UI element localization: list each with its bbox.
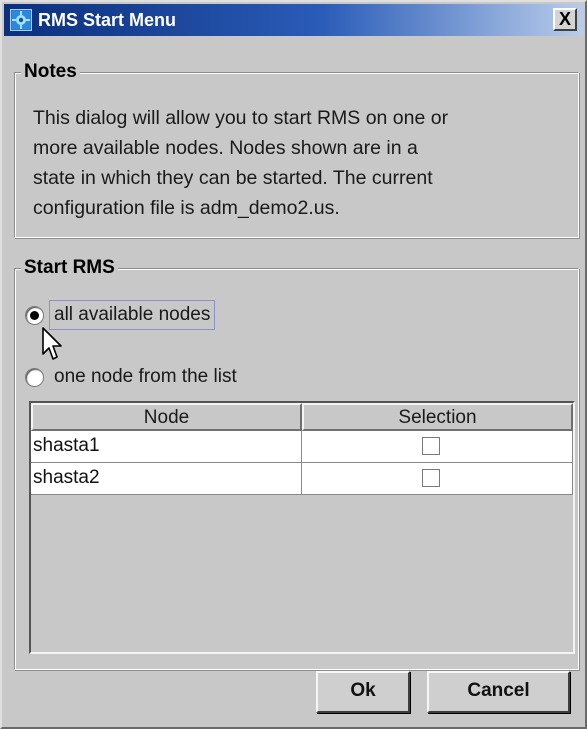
notes-line: configuration file is adm_demo2.us. bbox=[33, 197, 340, 219]
radio-button-checked[interactable] bbox=[25, 305, 44, 325]
selection-checkbox[interactable] bbox=[422, 469, 440, 487]
rms-app-icon bbox=[10, 9, 32, 31]
title-bar[interactable]: RMS Start Menu X bbox=[4, 4, 583, 36]
table-row[interactable]: shasta1 bbox=[31, 431, 573, 463]
selection-cell bbox=[302, 431, 573, 463]
window-title: RMS Start Menu bbox=[38, 10, 177, 30]
table-row[interactable]: shasta2 bbox=[31, 463, 573, 495]
rms-start-dialog: RMS Start Menu X Notes This dialog will … bbox=[0, 0, 587, 729]
node-cell: shasta1 bbox=[31, 431, 302, 463]
notes-line: more available nodes. Nodes shown are in… bbox=[33, 137, 418, 159]
radio-label-all-nodes[interactable]: all available nodes bbox=[48, 300, 216, 330]
mouse-cursor-icon bbox=[42, 327, 62, 360]
radio-all-available-nodes[interactable]: all available nodes bbox=[25, 300, 216, 330]
selection-cell bbox=[302, 463, 573, 495]
start-rms-legend: Start RMS bbox=[21, 257, 118, 279]
cancel-button[interactable]: Cancel bbox=[427, 671, 570, 713]
radio-label-one-node[interactable]: one node from the list bbox=[54, 365, 237, 389]
column-header-selection[interactable]: Selection bbox=[302, 403, 573, 431]
node-table: Node Selection shasta1 shasta2 bbox=[29, 401, 575, 654]
column-header-node[interactable]: Node bbox=[31, 403, 302, 431]
notes-legend: Notes bbox=[21, 61, 80, 83]
start-rms-group: Start RMS all available nodes one node f… bbox=[14, 257, 579, 670]
notes-line: This dialog will allow you to start RMS … bbox=[33, 107, 449, 129]
ok-button[interactable]: Ok bbox=[316, 671, 410, 713]
node-cell: shasta2 bbox=[31, 463, 302, 495]
notes-line: state in which they can be started. The … bbox=[33, 167, 433, 189]
close-button[interactable]: X bbox=[553, 8, 577, 31]
close-icon: X bbox=[558, 9, 571, 29]
selection-checkbox[interactable] bbox=[422, 437, 440, 455]
radio-button-unchecked[interactable] bbox=[25, 367, 44, 387]
radio-one-node-from-list[interactable]: one node from the list bbox=[25, 365, 237, 389]
notes-text: This dialog will allow you to start RMS … bbox=[33, 103, 573, 223]
notes-group: Notes This dialog will allow you to star… bbox=[14, 61, 579, 238]
